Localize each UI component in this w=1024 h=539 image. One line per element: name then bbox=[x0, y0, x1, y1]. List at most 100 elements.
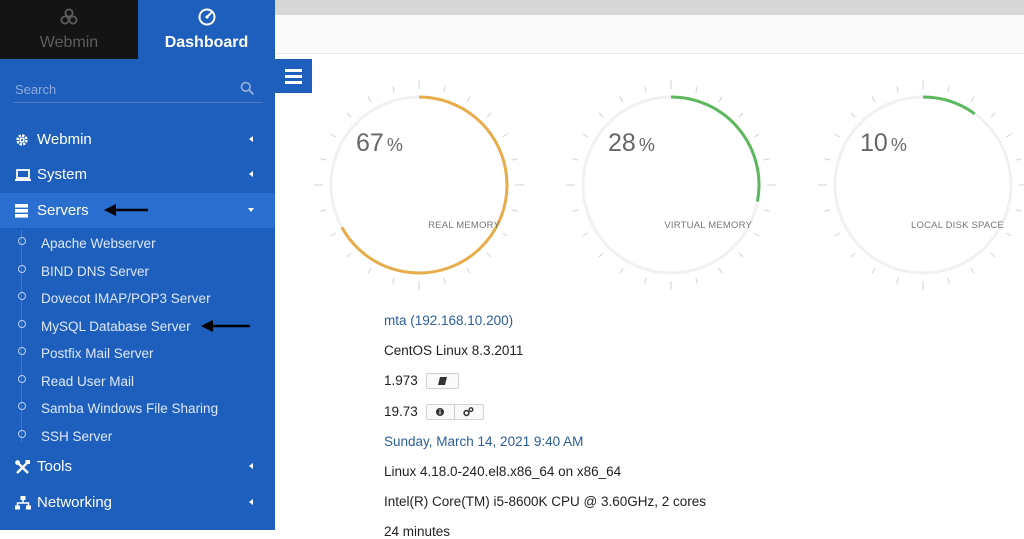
theme-version-value: 19.73 bbox=[384, 404, 418, 419]
gauge-tick bbox=[346, 112, 352, 118]
bullet-icon bbox=[18, 237, 26, 245]
gauge-value: 67% bbox=[356, 129, 403, 157]
sidebar-item-system[interactable]: System bbox=[0, 157, 275, 192]
book-icon bbox=[437, 377, 447, 386]
gauge-tick bbox=[619, 96, 624, 103]
search-icon[interactable] bbox=[240, 81, 254, 95]
uptime-value: 24 minutes bbox=[384, 524, 451, 539]
gauge-tick bbox=[346, 252, 352, 258]
gauge-tick bbox=[511, 158, 518, 161]
chevron-down-icon bbox=[248, 208, 254, 212]
chevron-left-icon bbox=[249, 463, 253, 469]
gauge-local-disk-space: 10% LOCAL DISK SPACE bbox=[818, 80, 1024, 290]
gauge-tick bbox=[718, 267, 723, 274]
gauge-label: VIRTUAL MEMORY bbox=[664, 220, 752, 231]
gauge-tick bbox=[486, 112, 492, 118]
gauge-tick bbox=[947, 86, 950, 93]
sidebar-subitem-apache[interactable]: Apache Webserver bbox=[0, 229, 275, 256]
gauge-tick bbox=[1005, 133, 1012, 138]
gauge-tick bbox=[330, 133, 337, 138]
sidebar-subitem-label: Postfix Mail Server bbox=[41, 346, 154, 361]
sidebar-subitem-samba[interactable]: Samba Windows File Sharing bbox=[0, 394, 275, 421]
gauge-fill-arc bbox=[922, 95, 976, 116]
sidebar-item-tools[interactable]: Tools bbox=[0, 449, 275, 484]
gauge-tick bbox=[871, 96, 876, 103]
sidebar: Webmin Dashboard Webmin bbox=[0, 0, 275, 530]
gauge-dial bbox=[818, 80, 1024, 290]
sidebar-subitem-bind[interactable]: BIND DNS Server bbox=[0, 257, 275, 284]
gauge-tick bbox=[1005, 232, 1012, 237]
annotation-arrow-icon bbox=[104, 204, 148, 216]
theme-actions-group bbox=[425, 404, 484, 421]
gauge-tick bbox=[1015, 158, 1022, 161]
product-switch: Webmin Dashboard bbox=[0, 0, 275, 59]
sidebar-subitem-label: Samba Windows File Sharing bbox=[41, 401, 219, 416]
gauge-virtual-memory: 28% VIRTUAL MEMORY bbox=[566, 80, 776, 290]
gauge-tick bbox=[644, 277, 647, 284]
gauge-tick bbox=[486, 252, 492, 258]
gauge-value: 28% bbox=[608, 129, 655, 157]
annotation-arrow-icon bbox=[201, 320, 250, 332]
search-input[interactable] bbox=[15, 78, 225, 100]
gauge-track bbox=[833, 95, 1013, 275]
gauge-tick bbox=[834, 133, 841, 138]
info-button[interactable] bbox=[427, 405, 454, 419]
bullet-icon bbox=[18, 375, 26, 383]
gauge-tick bbox=[501, 232, 508, 237]
gauge-fill-arc bbox=[340, 95, 509, 275]
webmin-switch-tab[interactable]: Webmin bbox=[0, 0, 138, 59]
gauge-tick bbox=[598, 112, 604, 118]
sidebar-item-webmin[interactable]: Webmin bbox=[0, 122, 275, 157]
system-time-link[interactable]: Sunday, March 14, 2021 9:40 AM bbox=[384, 434, 583, 449]
gauge-tick bbox=[1015, 209, 1022, 212]
chevron-left-icon bbox=[249, 499, 253, 505]
server-stack-icon bbox=[15, 204, 28, 218]
gauge-tick bbox=[443, 86, 446, 93]
sidebar-subitem-label: SSH Server bbox=[41, 429, 113, 444]
chevron-left-icon bbox=[249, 136, 253, 142]
menu-toggle-button[interactable] bbox=[275, 59, 312, 93]
sidebar-subitem-label: Read User Mail bbox=[41, 374, 135, 389]
content-header-bar bbox=[275, 15, 1024, 54]
gauge-tick bbox=[320, 158, 327, 161]
sidebar-subitem-label: Dovecot IMAP/POP3 Server bbox=[41, 291, 211, 306]
webmin-logo-icon bbox=[60, 8, 78, 25]
sidebar-subitem-ssh[interactable]: SSH Server bbox=[0, 422, 275, 449]
hostname-link[interactable]: mta (192.168.10.200) bbox=[384, 313, 513, 328]
network-icon bbox=[15, 496, 31, 510]
sidebar-subitem-label: Apache Webserver bbox=[41, 236, 156, 251]
gauge-tick bbox=[598, 252, 604, 258]
gauge-tick bbox=[501, 133, 508, 138]
gauge-dial bbox=[314, 80, 524, 290]
gauge-tick bbox=[970, 96, 975, 103]
gauge-tick bbox=[738, 252, 744, 258]
gauge-tick bbox=[718, 96, 723, 103]
cpu-value: Intel(R) Core(TM) i5-8600K CPU @ 3.60GHz… bbox=[384, 494, 707, 509]
bullet-icon bbox=[18, 402, 26, 410]
sidebar-subitem-postfix[interactable]: Postfix Mail Server bbox=[0, 339, 275, 366]
dashboard-switch-tab[interactable]: Dashboard bbox=[138, 0, 275, 59]
changelog-button[interactable] bbox=[425, 373, 459, 390]
gauge-tick bbox=[695, 277, 698, 284]
sidebar-subitem-read-user-mail[interactable]: Read User Mail bbox=[0, 367, 275, 394]
bullet-icon bbox=[18, 265, 26, 273]
gauge-tick bbox=[367, 96, 372, 103]
theme-settings-button[interactable] bbox=[455, 405, 483, 419]
bullet-icon bbox=[18, 347, 26, 355]
hamburger-menu-icon bbox=[285, 81, 302, 84]
info-icon bbox=[435, 408, 444, 417]
sidebar-subitem-label: BIND DNS Server bbox=[41, 264, 150, 279]
gauge-tick bbox=[466, 96, 471, 103]
gauge-tick bbox=[582, 232, 589, 237]
gauge-tick bbox=[443, 277, 446, 284]
theme-version-row: 19.73 bbox=[384, 404, 484, 421]
bullet-icon bbox=[18, 320, 26, 328]
gauge-tick bbox=[763, 158, 770, 161]
dashboard-gauge-icon bbox=[198, 8, 215, 26]
sidebar-subitem-dovecot[interactable]: Dovecot IMAP/POP3 Server bbox=[0, 284, 275, 311]
sidebar-item-networking[interactable]: Networking bbox=[0, 485, 275, 520]
gauge-tick bbox=[392, 86, 395, 93]
webmin-version-value: 1.973 bbox=[384, 373, 418, 388]
kernel-value: Linux 4.18.0-240.el8.x86_64 on x86_64 bbox=[384, 464, 622, 479]
gauge-value: 10% bbox=[860, 129, 907, 157]
